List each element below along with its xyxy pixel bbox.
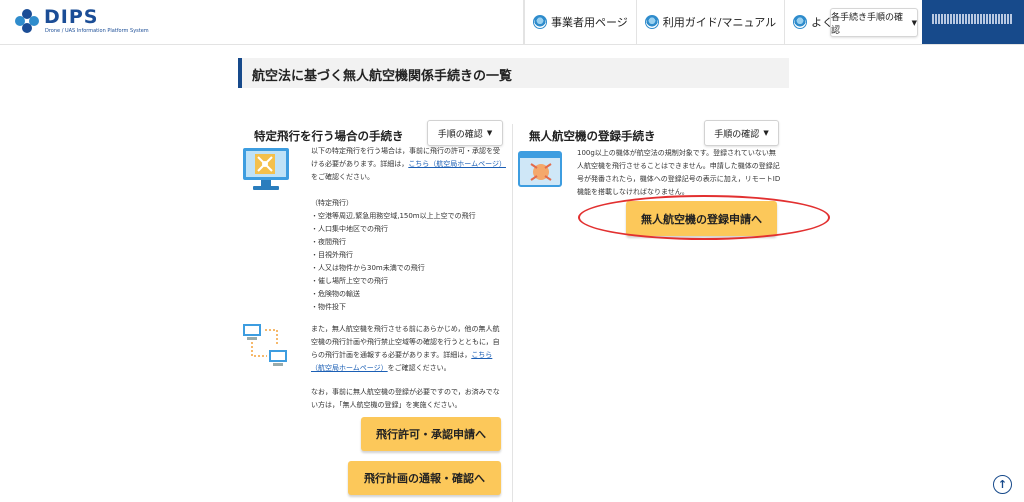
left-steps-button[interactable]: 手順の確認 ▼ [427, 120, 503, 146]
right-steps-button[interactable]: 手順の確認 ▼ [704, 120, 779, 146]
list-item: ・空港等周辺,緊急用務空域,150m以上上空での飛行 [311, 212, 476, 220]
left-intro-link[interactable]: こちら（航空局ホームページ） [408, 160, 506, 168]
user-menu[interactable]: xxxxxxxxxxxx [922, 0, 1024, 44]
list-item: ・人又は物件から30m未満での飛行 [311, 264, 425, 272]
nav-item-guide[interactable]: 利用ガイド/マニュアル [635, 0, 784, 44]
chevron-down-icon: ▼ [911, 18, 917, 27]
list-item: ・夜間飛行 [311, 238, 346, 246]
left-note-text: なお，事前に無人航空機の登録が必要ですので，お済みでない方は，「無人航空機の登録… [311, 388, 500, 409]
logo-text: DIPS [44, 6, 99, 28]
globe-icon [644, 15, 659, 29]
chevron-down-icon: ▼ [763, 129, 769, 137]
arrow-up-icon: ↑ [997, 478, 1008, 491]
left-plan-post: をご確認ください。 [387, 364, 451, 372]
monitor-drone-icon [243, 148, 289, 190]
user-name: xxxxxxxxxxxx [932, 14, 1012, 24]
header-steps-button[interactable]: 各手続き手順の確認 ▼ [830, 8, 918, 37]
chevron-down-icon: ▼ [486, 129, 493, 137]
specific-flight-list: （特定飛行） ・空港等周辺,緊急用務空域,150m以上上空での飛行 ・人口集中地… [311, 197, 511, 314]
logo-subtitle: Drone / UAS Information Platform System [45, 28, 149, 34]
list-item: ・目視外飛行 [311, 251, 353, 259]
left-intro-post: をご確認ください。 [311, 173, 374, 181]
network-computers-icon [243, 324, 287, 366]
globe-icon [793, 15, 808, 29]
left-steps-label: 手順の確認 [437, 129, 483, 140]
header: DIPS Drone / UAS Information Platform Sy… [0, 0, 1024, 45]
right-steps-label: 手順の確認 [714, 129, 760, 140]
column-divider [512, 124, 513, 502]
globe-icon [533, 15, 547, 29]
page-title-band: 航空法に基づく無人航空機関係手続きの一覧 [238, 58, 789, 88]
list-heading: （特定飛行） [311, 199, 353, 207]
left-plan-text: また，無人航空機を飛行させる前にあらかじめ，他の無人航空機の飛行計画や飛行禁止空… [311, 323, 506, 375]
list-item: ・催し場所上空での飛行 [311, 277, 388, 285]
logo-mark-icon [15, 9, 39, 33]
right-body-text: 100g以上の機体が航空法の規制対象です。登録されていない無人航空機を飛行させる… [577, 149, 781, 196]
left-intro-text: 以下の特定飛行を行う場合は，事前に飛行の許可・承認を受ける必要があります。詳細は… [311, 145, 506, 184]
scroll-top-button[interactable]: ↑ [993, 475, 1012, 494]
page-title: 航空法に基づく無人航空機関係手続きの一覧 [252, 69, 513, 84]
list-item: ・人口集中地区での飛行 [311, 225, 388, 233]
drone-registration-icon [518, 151, 562, 187]
nav-label: 利用ガイド/マニュアル [662, 16, 777, 29]
dips-logo[interactable]: DIPS Drone / UAS Information Platform Sy… [14, 6, 149, 38]
right-section-title: 無人航空機の登録手続き [529, 129, 656, 143]
flight-permit-button[interactable]: 飛行許可・承認申請へ [361, 417, 501, 451]
list-item: ・危険物の輸送 [311, 290, 360, 298]
list-item: ・物件投下 [311, 303, 346, 311]
flight-plan-button[interactable]: 飛行計画の通報・確認へ [348, 461, 501, 495]
drone-registration-button[interactable]: 無人航空機の登録申請へ [626, 201, 777, 236]
left-section-title: 特定飛行を行う場合の手続き [254, 129, 404, 143]
nav-item-business[interactable]: 事業者用ページ [524, 0, 636, 44]
nav-label: 事業者用ページ [551, 16, 628, 29]
header-steps-label: 各手続き手順の確認 [831, 12, 904, 36]
